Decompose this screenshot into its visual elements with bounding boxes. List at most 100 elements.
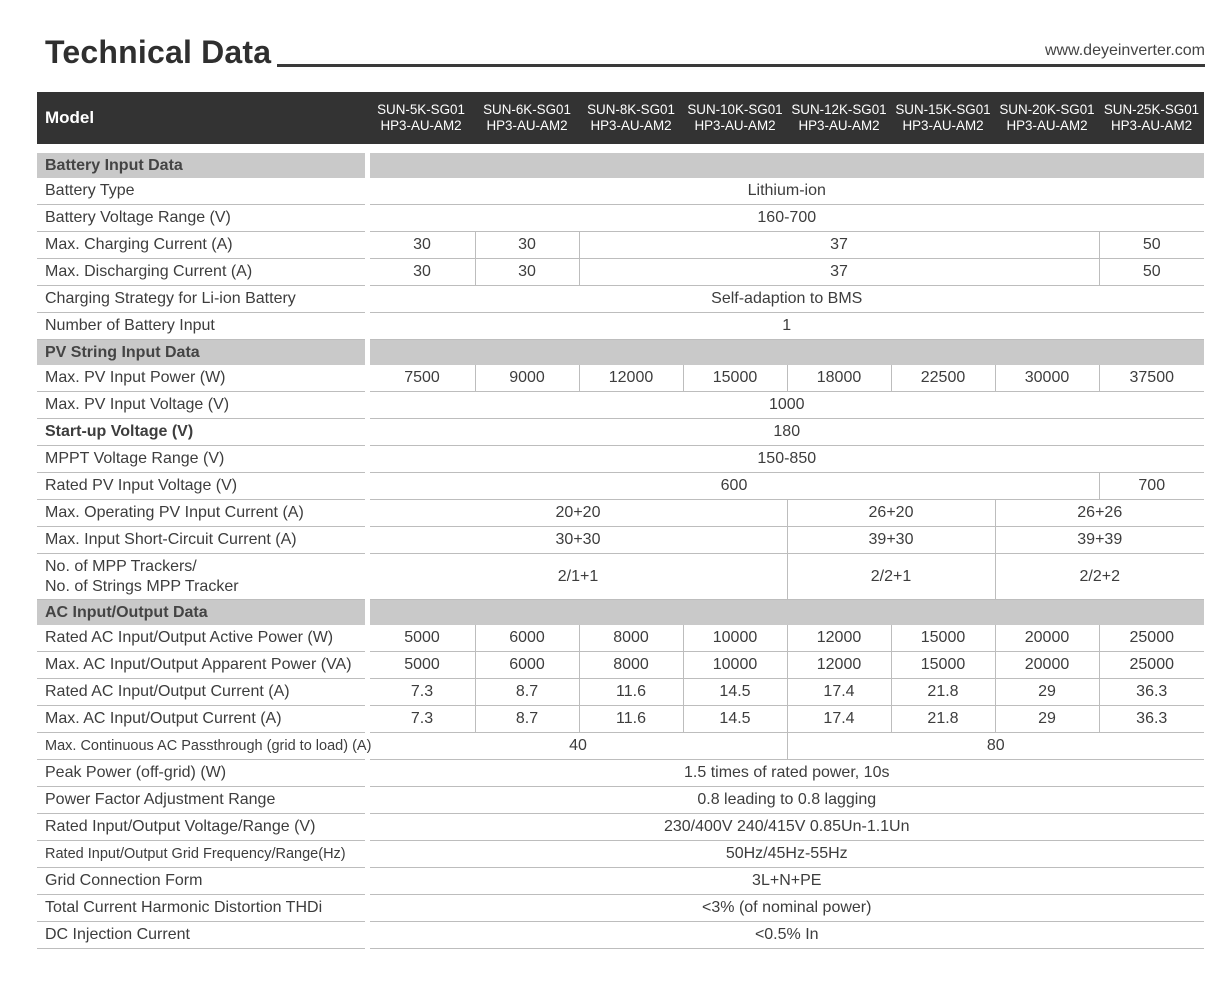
- spec-value: 12000: [786, 651, 891, 679]
- spec-row: Max. AC Input/Output Current (A) 7.3 8.7 11…: [37, 705, 1204, 733]
- model-name-line1: SUN-8K-SG01: [587, 102, 675, 117]
- spec-label: Max. PV Input Voltage (V): [37, 391, 367, 419]
- spec-value: 29: [994, 705, 1099, 733]
- model-header-label: Model: [37, 92, 367, 144]
- spec-row: Total Current Harmonic Distortion THDi <3…: [37, 894, 1204, 922]
- spec-label: Rated Input/Output Grid Frequency/Range(…: [37, 840, 367, 868]
- spec-value: 11.6: [578, 705, 683, 733]
- spec-label: No. of MPP Trackers/No. of Strings MPP T…: [37, 553, 367, 600]
- spec-value: 25000: [1098, 625, 1204, 652]
- technical-data-table-container: Model SUN-5K-SG01 HP3-AU-AM2 SUN-6K-SG01 HP…: [37, 92, 1204, 949]
- spec-value: 0.8 leading to 0.8 lagging: [364, 786, 1204, 814]
- spec-value: 600: [364, 472, 1099, 500]
- spec-value: 29: [994, 678, 1099, 706]
- spec-label: Max. Input Short-Circuit Current (A): [37, 526, 367, 554]
- spec-value: 17.4: [786, 678, 891, 706]
- spec-value: 8000: [578, 651, 683, 679]
- spec-value: 1.5 times of rated power, 10s: [364, 759, 1204, 787]
- spec-value: 15000: [890, 625, 995, 652]
- spec-value: 37: [578, 231, 1099, 259]
- model-header-cell: SUN-12K-SG01 HP3-AU-AM2: [787, 92, 891, 144]
- section-header-row: AC Input/Output Data: [37, 599, 1204, 625]
- model-name-line1: SUN-15K-SG01: [895, 102, 991, 117]
- spec-label-line1: No. of MPP Trackers/: [45, 557, 197, 575]
- spec-value: 50Hz/45Hz-55Hz: [364, 840, 1204, 868]
- spec-label: MPPT Voltage Range (V): [37, 445, 367, 473]
- spec-label: Max. Discharging Current (A): [37, 258, 367, 286]
- spec-value: Self-adaption to BMS: [364, 285, 1204, 313]
- section-fill: [364, 339, 1204, 365]
- spec-label: Rated Input/Output Voltage/Range (V): [37, 813, 367, 841]
- spec-value: 36.3: [1098, 678, 1204, 706]
- model-header-cell: SUN-10K-SG01 HP3-AU-AM2: [683, 92, 787, 144]
- spec-label: Max. Charging Current (A): [37, 231, 367, 259]
- spec-value: 150-850: [364, 445, 1204, 473]
- model-name-line2: HP3-AU-AM2: [1110, 118, 1193, 133]
- spec-label: Max. Continuous AC Passthrough (grid to …: [37, 732, 371, 760]
- section-title: AC Input/Output Data: [37, 599, 367, 625]
- spec-value: 30: [364, 231, 475, 259]
- section-title: Battery Input Data: [37, 153, 367, 178]
- spec-value: 2/2+1: [786, 553, 995, 600]
- spec-value: 30000: [994, 365, 1099, 392]
- spec-row: Rated Input/Output Grid Frequency/Range(…: [37, 840, 1204, 868]
- spec-value: 40: [364, 732, 787, 760]
- spec-value: 11.6: [578, 678, 683, 706]
- model-name-line2: HP3-AU-AM2: [380, 118, 462, 133]
- spec-value: 80: [786, 732, 1204, 760]
- spec-value: 39+39: [994, 526, 1204, 554]
- spec-label: Grid Connection Form: [37, 867, 367, 895]
- spec-value: 30: [474, 231, 579, 259]
- spec-value: 36.3: [1098, 705, 1204, 733]
- spec-label: Power Factor Adjustment Range: [37, 786, 367, 814]
- spec-label: Battery Type: [37, 178, 367, 205]
- model-header-cell: SUN-5K-SG01 HP3-AU-AM2: [367, 92, 475, 144]
- model-name-line2: HP3-AU-AM2: [798, 118, 880, 133]
- spec-value: 160-700: [364, 204, 1204, 232]
- spec-row: Rated AC Input/Output Current (A) 7.3 8.7 1…: [37, 678, 1204, 706]
- spec-label: Number of Battery Input: [37, 312, 367, 340]
- spec-value: 14.5: [682, 705, 787, 733]
- spec-value: 7500: [364, 365, 475, 392]
- spec-row: Max. Continuous AC Passthrough (grid to …: [37, 732, 1204, 760]
- spec-label: Max. PV Input Power (W): [37, 365, 367, 392]
- spec-value: 2/1+1: [364, 553, 787, 600]
- section-fill: [364, 599, 1204, 625]
- spec-row: Start-up Voltage (V) 180: [37, 418, 1204, 446]
- spec-value: 30+30: [364, 526, 787, 554]
- spec-row: Battery Type Lithium-ion: [37, 178, 1204, 205]
- section-fill: [364, 153, 1204, 178]
- model-name-line1: SUN-12K-SG01: [791, 102, 887, 117]
- model-name-line1: SUN-5K-SG01: [377, 102, 465, 117]
- spec-row: Rated PV Input Voltage (V) 600 700: [37, 472, 1204, 500]
- model-header-cell: SUN-20K-SG01 HP3-AU-AM2: [995, 92, 1099, 144]
- spec-label: Rated AC Input/Output Active Power (W): [37, 625, 367, 652]
- table-body: Model SUN-5K-SG01 HP3-AU-AM2 SUN-6K-SG01 HP…: [37, 92, 1204, 949]
- model-name-line2: HP3-AU-AM2: [1006, 118, 1088, 133]
- spec-row: Peak Power (off-grid) (W) 1.5 times of ra…: [37, 759, 1204, 787]
- model-name-line2: HP3-AU-AM2: [902, 118, 984, 133]
- spec-value: 37: [578, 258, 1099, 286]
- spec-label: Charging Strategy for Li-ion Battery: [37, 285, 367, 313]
- spec-value: 30: [474, 258, 579, 286]
- spec-row: Rated AC Input/Output Active Power (W) 50…: [37, 625, 1204, 652]
- spec-value: 9000: [474, 365, 579, 392]
- spec-row: Number of Battery Input 1: [37, 312, 1204, 340]
- spec-value: 50: [1098, 258, 1204, 286]
- website-url: www.deyeinverter.com: [1044, 42, 1205, 59]
- spec-value: 15000: [890, 651, 995, 679]
- spec-value: 10000: [682, 625, 787, 652]
- spec-value: 180: [364, 418, 1204, 446]
- spec-value: 8000: [578, 625, 683, 652]
- spec-row: Grid Connection Form 3L+N+PE: [37, 867, 1204, 895]
- spec-value: 26+20: [786, 499, 995, 527]
- spec-label: DC Injection Current: [37, 921, 367, 949]
- spec-value: 7.3: [364, 678, 475, 706]
- spec-value: 50: [1098, 231, 1204, 259]
- spec-value: 3L+N+PE: [364, 867, 1204, 895]
- spec-label: Rated AC Input/Output Current (A): [37, 678, 367, 706]
- spec-value: 15000: [682, 365, 787, 392]
- spec-value: 22500: [890, 365, 995, 392]
- spec-value: 10000: [682, 651, 787, 679]
- spec-label: Rated PV Input Voltage (V): [37, 472, 367, 500]
